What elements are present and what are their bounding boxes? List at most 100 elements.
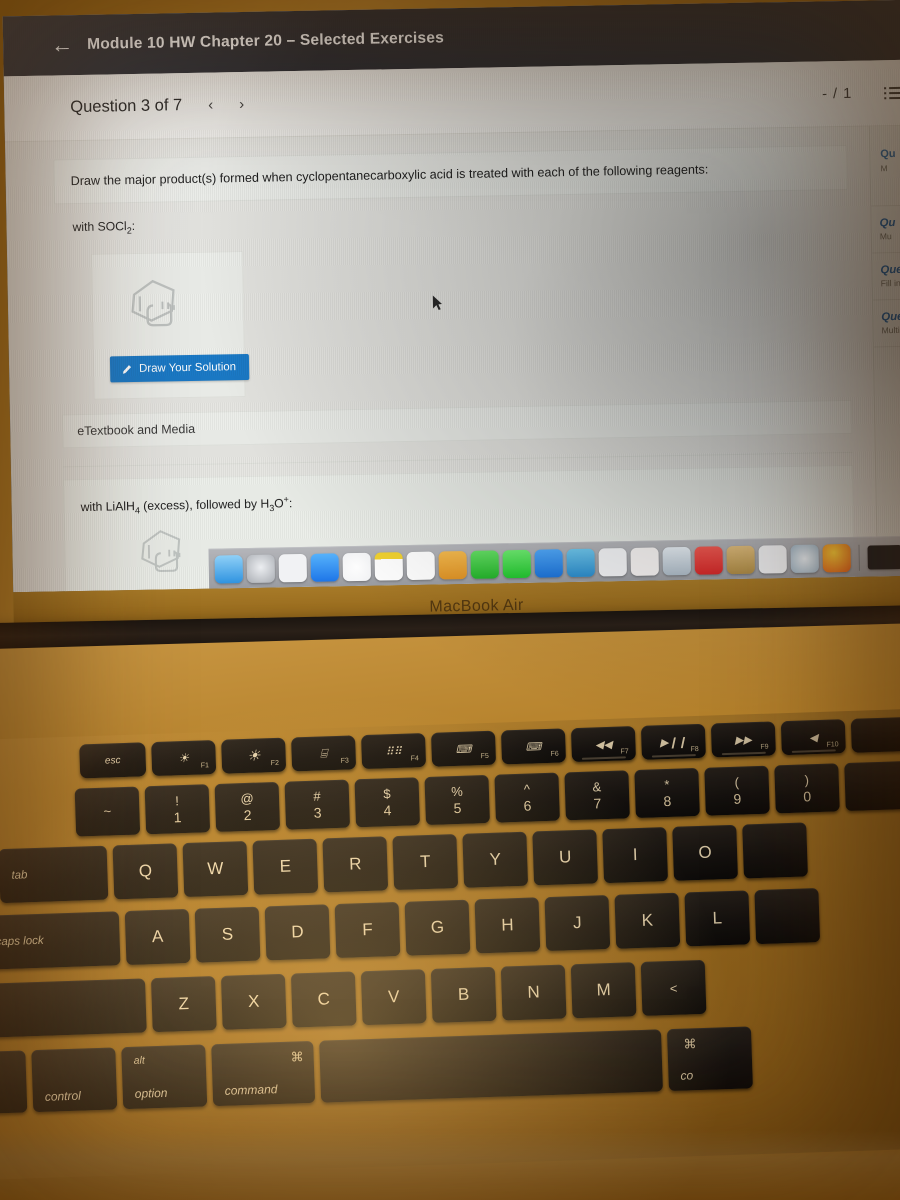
key-q[interactable]: Q (112, 843, 179, 900)
key-h[interactable]: H (474, 897, 541, 954)
teams-icon[interactable] (566, 548, 595, 577)
system-preferences-icon[interactable] (246, 553, 276, 583)
key-command-left[interactable]: ⌘ command (211, 1040, 316, 1107)
key-v-label: V (387, 987, 400, 1007)
key-f9-fast-forward[interactable]: ▶▶ F9 (710, 721, 776, 758)
key-i[interactable]: I (602, 827, 669, 884)
key-y[interactable]: Y (462, 831, 529, 888)
rail-item-2[interactable]: Que Fill in (872, 252, 900, 301)
key-b[interactable]: B (430, 966, 497, 1023)
key-t[interactable]: T (392, 834, 459, 891)
keyboard: esc ☀ F1 ☀ F2 ⌸ F3 ⠿⠿ F4 ⌨ F5 ⌨ F6 ◀◀ F7… (0, 707, 900, 1181)
draw-canvas-a[interactable]: Draw Your Solution (91, 251, 250, 401)
key-e[interactable]: E (252, 838, 319, 895)
etextbook-and-media[interactable]: eTextbook and Media (61, 400, 853, 449)
messages-icon[interactable] (502, 549, 532, 578)
rail-item-3[interactable]: Ques Multipa (872, 299, 900, 348)
powerpoint-icon[interactable] (630, 546, 659, 576)
key-6-upper: ^ (523, 781, 531, 797)
key-7[interactable]: & 7 (564, 770, 630, 821)
key-option-left[interactable]: alt option (121, 1044, 208, 1110)
key-tab-label: tab (11, 869, 28, 882)
key-5[interactable]: % 5 (424, 774, 491, 826)
key-f6-keyboard-bright[interactable]: ⌨ F6 (500, 728, 567, 765)
key-minus[interactable] (844, 761, 900, 812)
launchpad-icon[interactable] (278, 553, 308, 582)
key-g[interactable]: G (404, 899, 471, 956)
key-4[interactable]: $ 4 (354, 777, 421, 828)
key-9[interactable]: ( 9 (704, 765, 770, 816)
photos-icon[interactable] (342, 552, 372, 581)
key-shift-left[interactable]: shift (0, 978, 147, 1039)
numbered-list-icon[interactable] (884, 86, 900, 99)
key-semicolon[interactable] (754, 888, 821, 945)
key-comma[interactable]: < (640, 959, 707, 1016)
key-f8-play-pause[interactable]: ▶❙❙ F8 (640, 723, 706, 760)
back-icon[interactable]: ← (51, 32, 73, 57)
key-0[interactable]: ) 0 (774, 763, 840, 814)
key-caps-lock[interactable]: caps lock (0, 911, 121, 970)
key-space[interactable] (319, 1029, 663, 1103)
calendar-icon[interactable] (374, 551, 404, 581)
key-2[interactable]: @ 2 (214, 781, 281, 832)
key-j[interactable]: J (544, 895, 611, 952)
mail-icon[interactable] (694, 545, 723, 575)
key-8[interactable]: * 8 (634, 767, 700, 819)
key-command-right[interactable]: ⌘ co (666, 1026, 753, 1092)
key-1[interactable]: ! 1 (144, 784, 211, 835)
key-3[interactable]: # 3 (284, 779, 351, 830)
key-f7-rewind[interactable]: ◀◀ F7 (570, 726, 636, 763)
key-o[interactable]: O (672, 824, 738, 881)
key-esc[interactable]: esc (79, 742, 147, 779)
key-m[interactable]: M (570, 962, 637, 1019)
key-p[interactable] (742, 822, 808, 879)
key-tab[interactable]: tab (0, 845, 109, 904)
safari-icon[interactable] (790, 544, 819, 573)
prev-question-button[interactable]: ‹ (208, 97, 213, 114)
key-comma-label: < (669, 980, 678, 996)
key-r-label: R (348, 854, 362, 874)
notes-icon[interactable] (438, 550, 468, 579)
key-x[interactable]: X (220, 973, 287, 1030)
key-f10-mute[interactable]: ◀ F10 (780, 719, 846, 756)
preview-icon[interactable] (662, 546, 691, 575)
app-store-icon[interactable] (310, 552, 340, 582)
key-f[interactable]: F (334, 901, 401, 959)
key-w[interactable]: W (182, 840, 249, 898)
minimized-window-dark[interactable] (867, 544, 900, 570)
draw-your-solution-button-a[interactable]: Draw Your Solution (109, 354, 250, 383)
key-f5-keyboard-dim[interactable]: ⌨ F5 (430, 730, 497, 767)
key-f11[interactable] (850, 716, 900, 753)
key-c[interactable]: C (290, 971, 357, 1028)
key-a[interactable]: A (124, 908, 191, 966)
key-fn[interactable] (0, 1050, 28, 1115)
key-f3-mission-control[interactable]: ⌸ F3 (291, 735, 357, 772)
excel-icon[interactable] (758, 544, 787, 574)
firefox-icon[interactable] (822, 543, 851, 572)
key-d[interactable]: D (264, 904, 331, 961)
rail-item-1[interactable]: Qu Mu (871, 205, 900, 254)
next-question-button[interactable]: › (239, 96, 244, 113)
keyboard-bright-icon: ⌨ (525, 740, 542, 754)
key-s[interactable]: S (194, 906, 261, 963)
key-v[interactable]: V (360, 969, 427, 1026)
key-z[interactable]: Z (150, 976, 217, 1033)
key-r[interactable]: R (322, 836, 389, 893)
rail-item-current[interactable]: Qu M (869, 131, 900, 207)
facetime-icon[interactable] (470, 549, 500, 579)
reminders-icon[interactable] (406, 551, 436, 580)
key-tilde[interactable]: ~ (74, 786, 141, 837)
key-u[interactable]: U (532, 829, 599, 886)
key-n[interactable]: N (500, 964, 567, 1021)
key-6[interactable]: ^ 6 (494, 772, 560, 823)
word-icon[interactable] (598, 547, 627, 577)
key-f2-brightness-up[interactable]: ☀ F2 (221, 737, 287, 774)
zoom-icon[interactable] (534, 548, 563, 578)
finder-icon[interactable] (214, 554, 244, 584)
key-f4-launchpad[interactable]: ⠿⠿ F4 (361, 733, 427, 770)
key-f1-brightness-down[interactable]: ☀ F1 (151, 739, 217, 777)
sketch-icon[interactable] (726, 545, 755, 574)
key-control[interactable]: control (31, 1047, 118, 1113)
key-k[interactable]: K (614, 892, 681, 949)
key-l[interactable]: L (684, 890, 751, 947)
